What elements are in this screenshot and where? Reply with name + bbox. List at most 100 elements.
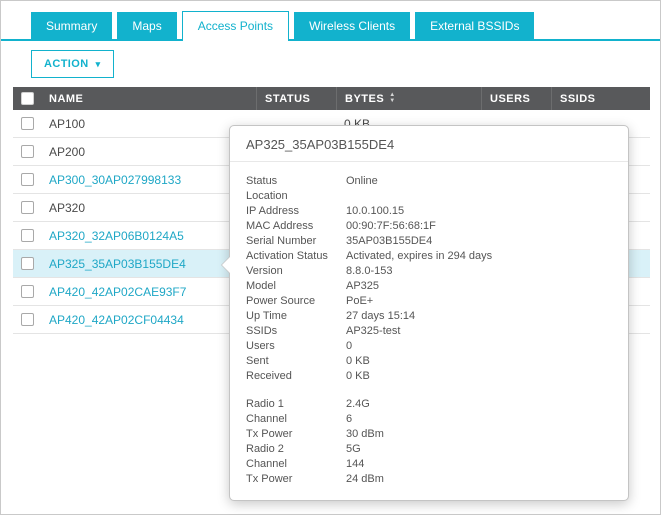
select-all-checkbox[interactable] [21, 92, 34, 105]
popover-field: Radio 1 2.4G [246, 397, 612, 412]
column-header-name[interactable]: NAME [49, 87, 256, 110]
row-checkbox-cell [13, 257, 49, 270]
field-value [346, 384, 612, 397]
field-label: Model [246, 279, 346, 294]
column-header-users[interactable]: USERS [481, 87, 551, 110]
ap-name-link[interactable]: AP320 [49, 201, 256, 215]
popover-field: Users 0 [246, 339, 612, 354]
field-label: Tx Power [246, 472, 346, 487]
popover-field: Radio 2 5G [246, 442, 612, 457]
field-label: Channel [246, 457, 346, 472]
field-label: Power Source [246, 294, 346, 309]
tab-wireless-clients[interactable]: Wireless Clients [294, 12, 410, 39]
field-value: 30 dBm [346, 427, 612, 442]
popover-field: MAC Address 00:90:7F:56:68:1F [246, 219, 612, 234]
row-checkbox-cell [13, 313, 49, 326]
field-value: PoE+ [346, 294, 612, 309]
field-label: Sent [246, 354, 346, 369]
popover-fields: Status Online Location IP Address 10.0.1… [230, 162, 628, 500]
ap-details-popover: AP325_35AP03B155DE4 Status Online Locati… [229, 125, 629, 501]
row-checkbox[interactable] [21, 313, 34, 326]
sort-arrows-icon[interactable]: ▲▼ [389, 93, 395, 104]
popover-field: Version 8.8.0-153 [246, 264, 612, 279]
field-label: Received [246, 369, 346, 384]
row-checkbox-cell [13, 229, 49, 242]
field-value: 8.8.0-153 [346, 264, 612, 279]
popover-field: Channel 144 [246, 457, 612, 472]
popover-field: Power Source PoE+ [246, 294, 612, 309]
field-label: Activation Status [246, 249, 346, 264]
field-value: 10.0.100.15 [346, 204, 612, 219]
tab-bar: SummaryMapsAccess PointsWireless Clients… [1, 11, 660, 41]
popover-title: AP325_35AP03B155DE4 [230, 126, 628, 162]
ap-name-link[interactable]: AP100 [49, 117, 256, 131]
tab-maps[interactable]: Maps [117, 12, 176, 39]
tab-external-bssids[interactable]: External BSSIDs [415, 12, 534, 39]
row-checkbox-cell [13, 117, 49, 130]
field-value: 5G [346, 442, 612, 457]
action-button[interactable]: ACTION ▾ [31, 50, 114, 78]
field-value: 0 KB [346, 369, 612, 384]
row-checkbox[interactable] [21, 229, 34, 242]
field-label: Channel [246, 412, 346, 427]
field-label [246, 384, 346, 397]
field-label: Location [246, 189, 346, 204]
field-label: SSIDs [246, 324, 346, 339]
row-checkbox-cell [13, 145, 49, 158]
field-value: 27 days 15:14 [346, 309, 612, 324]
ap-name-link[interactable]: AP420_42AP02CAE93F7 [49, 285, 256, 299]
chevron-down-icon: ▾ [96, 60, 101, 69]
column-header-ssids[interactable]: SSIDS [551, 87, 650, 110]
row-checkbox[interactable] [21, 201, 34, 214]
field-value: AP325 [346, 279, 612, 294]
ap-name-link[interactable]: AP200 [49, 145, 256, 159]
row-checkbox[interactable] [21, 285, 34, 298]
field-value: 00:90:7F:56:68:1F [346, 219, 612, 234]
ap-name-link[interactable]: AP420_42AP02CF04434 [49, 313, 256, 327]
field-value: Activated, expires in 294 days [346, 249, 612, 264]
column-header-status[interactable]: STATUS [256, 87, 336, 110]
popover-field: Model AP325 [246, 279, 612, 294]
access-points-page: SummaryMapsAccess PointsWireless Clients… [0, 0, 661, 515]
field-value: Online [346, 174, 612, 189]
popover-field: Tx Power 30 dBm [246, 427, 612, 442]
field-value [346, 189, 612, 204]
popover-field: Activation Status Activated, expires in … [246, 249, 612, 264]
field-label: MAC Address [246, 219, 346, 234]
field-value: 35AP03B155DE4 [346, 234, 612, 249]
ap-name-link[interactable]: AP320_32AP06B0124A5 [49, 229, 256, 243]
row-checkbox[interactable] [21, 145, 34, 158]
popover-field: SSIDs AP325-test [246, 324, 612, 339]
column-header-bytes[interactable]: BYTES ▲▼ [336, 87, 481, 110]
popover-field: Received 0 KB [246, 369, 612, 384]
popover-field: Channel 6 [246, 412, 612, 427]
field-label: Radio 2 [246, 442, 346, 457]
field-value: 0 [346, 339, 612, 354]
popover-field: Sent 0 KB [246, 354, 612, 369]
popover-field: Serial Number 35AP03B155DE4 [246, 234, 612, 249]
field-label: Users [246, 339, 346, 354]
field-value: 144 [346, 457, 612, 472]
row-checkbox[interactable] [21, 173, 34, 186]
table-header: NAME STATUS BYTES ▲▼ USERS SSIDS [13, 87, 650, 110]
field-label: Serial Number [246, 234, 346, 249]
popover-field: Tx Power 24 dBm [246, 472, 612, 487]
row-checkbox-cell [13, 201, 49, 214]
field-label: Up Time [246, 309, 346, 324]
field-value: 0 KB [346, 354, 612, 369]
popover-field: IP Address 10.0.100.15 [246, 204, 612, 219]
ap-name-link[interactable]: AP300_30AP027998133 [49, 173, 256, 187]
field-value: 2.4G [346, 397, 612, 412]
popover-field: Up Time 27 days 15:14 [246, 309, 612, 324]
tab-summary[interactable]: Summary [31, 12, 112, 39]
row-checkbox[interactable] [21, 257, 34, 270]
popover-field: Location [246, 189, 612, 204]
field-value: 6 [346, 412, 612, 427]
header-checkbox-cell [13, 87, 49, 110]
popover-field [246, 384, 612, 397]
popover-field: Status Online [246, 174, 612, 189]
row-checkbox[interactable] [21, 117, 34, 130]
field-value: 24 dBm [346, 472, 612, 487]
tab-access-points[interactable]: Access Points [182, 11, 289, 41]
action-button-label: ACTION [44, 58, 89, 70]
